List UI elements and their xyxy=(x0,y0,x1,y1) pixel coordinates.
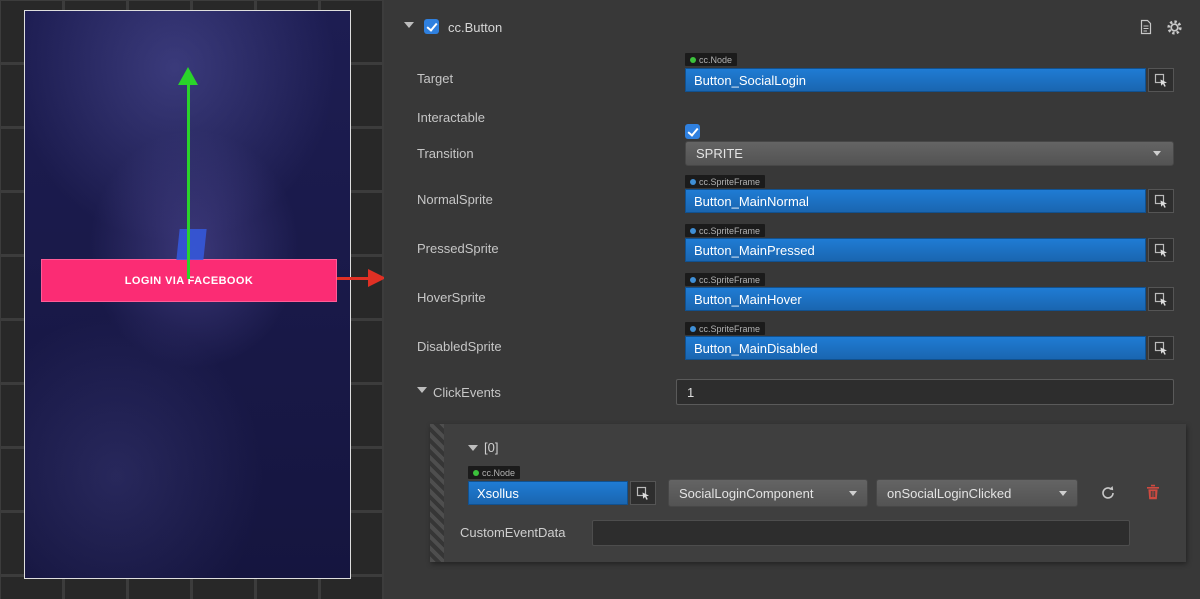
transition-dropdown[interactable]: SPRITE xyxy=(685,141,1174,166)
refresh-icon[interactable] xyxy=(1100,485,1116,501)
event-component-dropdown[interactable]: SocialLoginComponent xyxy=(668,479,868,507)
property-label-normalsprite: NormalSprite xyxy=(417,192,493,207)
node-picker-icon[interactable] xyxy=(1148,336,1174,360)
node-picker-icon[interactable] xyxy=(1148,68,1174,92)
pressed-sprite-field[interactable]: Button_MainPressed xyxy=(685,238,1146,262)
property-label-target: Target xyxy=(417,71,453,86)
type-badge-node: cc.Node xyxy=(468,466,520,479)
property-label-clickevents: ClickEvents xyxy=(433,385,501,400)
trash-icon[interactable] xyxy=(1146,484,1160,500)
type-badge-node: cc.Node xyxy=(685,53,737,66)
clickevents-collapse-icon[interactable] xyxy=(417,387,427,393)
document-icon[interactable] xyxy=(1138,19,1154,35)
type-badge-spriteframe: cc.SpriteFrame xyxy=(685,322,765,335)
custom-event-data-label: CustomEventData xyxy=(460,525,566,540)
caret-down-icon xyxy=(1153,151,1161,156)
inspector-panel: cc.Button Target cc.Node Button_SocialLo… xyxy=(384,0,1200,599)
type-badge-spriteframe: cc.SpriteFrame xyxy=(685,175,765,188)
component-enabled-checkbox[interactable] xyxy=(424,19,439,34)
gear-icon[interactable] xyxy=(1166,19,1183,36)
disabled-sprite-field[interactable]: Button_MainDisabled xyxy=(685,336,1146,360)
property-label-disabledsprite: DisabledSprite xyxy=(417,339,502,354)
spriteframe-type-dot-icon xyxy=(690,277,696,283)
property-label-hoversprite: HoverSprite xyxy=(417,290,486,305)
property-label-pressedsprite: PressedSprite xyxy=(417,241,499,256)
scene-view[interactable]: LOGIN VIA FACEBOOK xyxy=(0,0,384,599)
normal-sprite-field[interactable]: Button_MainNormal xyxy=(685,189,1146,213)
node-picker-icon[interactable] xyxy=(1148,238,1174,262)
type-badge-spriteframe: cc.SpriteFrame xyxy=(685,224,765,237)
node-picker-icon[interactable] xyxy=(630,481,656,505)
x-axis-arrow-icon[interactable] xyxy=(368,269,384,287)
event-handler-dropdown[interactable]: onSocialLoginClicked xyxy=(876,479,1078,507)
node-type-dot-icon xyxy=(690,57,696,63)
click-event-item-panel: [0] cc.Node Xsollus SocialLoginComponent… xyxy=(430,424,1186,562)
property-label-interactable: Interactable xyxy=(417,110,485,125)
y-axis-arrow-icon[interactable] xyxy=(178,67,198,85)
type-badge-spriteframe: cc.SpriteFrame xyxy=(685,273,765,286)
selection-handle[interactable] xyxy=(176,229,206,260)
y-axis-gizmo[interactable] xyxy=(187,83,190,279)
node-type-dot-icon xyxy=(473,470,479,476)
spriteframe-type-dot-icon xyxy=(690,326,696,332)
hover-sprite-field[interactable]: Button_MainHover xyxy=(685,287,1146,311)
clickevents-count-field[interactable]: 1 xyxy=(676,379,1174,405)
event-target-node-field[interactable]: Xsollus xyxy=(468,481,628,505)
event-item-index: [0] xyxy=(484,440,498,455)
spriteframe-type-dot-icon xyxy=(690,228,696,234)
node-picker-icon[interactable] xyxy=(1148,189,1174,213)
spriteframe-type-dot-icon xyxy=(690,179,696,185)
component-title: cc.Button xyxy=(448,20,502,35)
event-item-collapse-icon[interactable] xyxy=(468,445,478,451)
game-canvas: LOGIN VIA FACEBOOK xyxy=(24,10,351,579)
custom-event-data-field[interactable] xyxy=(592,520,1130,546)
caret-down-icon xyxy=(1059,491,1067,496)
component-collapse-icon[interactable] xyxy=(404,22,414,28)
property-label-transition: Transition xyxy=(417,146,474,161)
interactable-checkbox[interactable] xyxy=(685,124,700,139)
panel-stripe-decoration xyxy=(430,424,444,562)
caret-down-icon xyxy=(849,491,857,496)
target-node-field[interactable]: Button_SocialLogin xyxy=(685,68,1146,92)
node-picker-icon[interactable] xyxy=(1148,287,1174,311)
